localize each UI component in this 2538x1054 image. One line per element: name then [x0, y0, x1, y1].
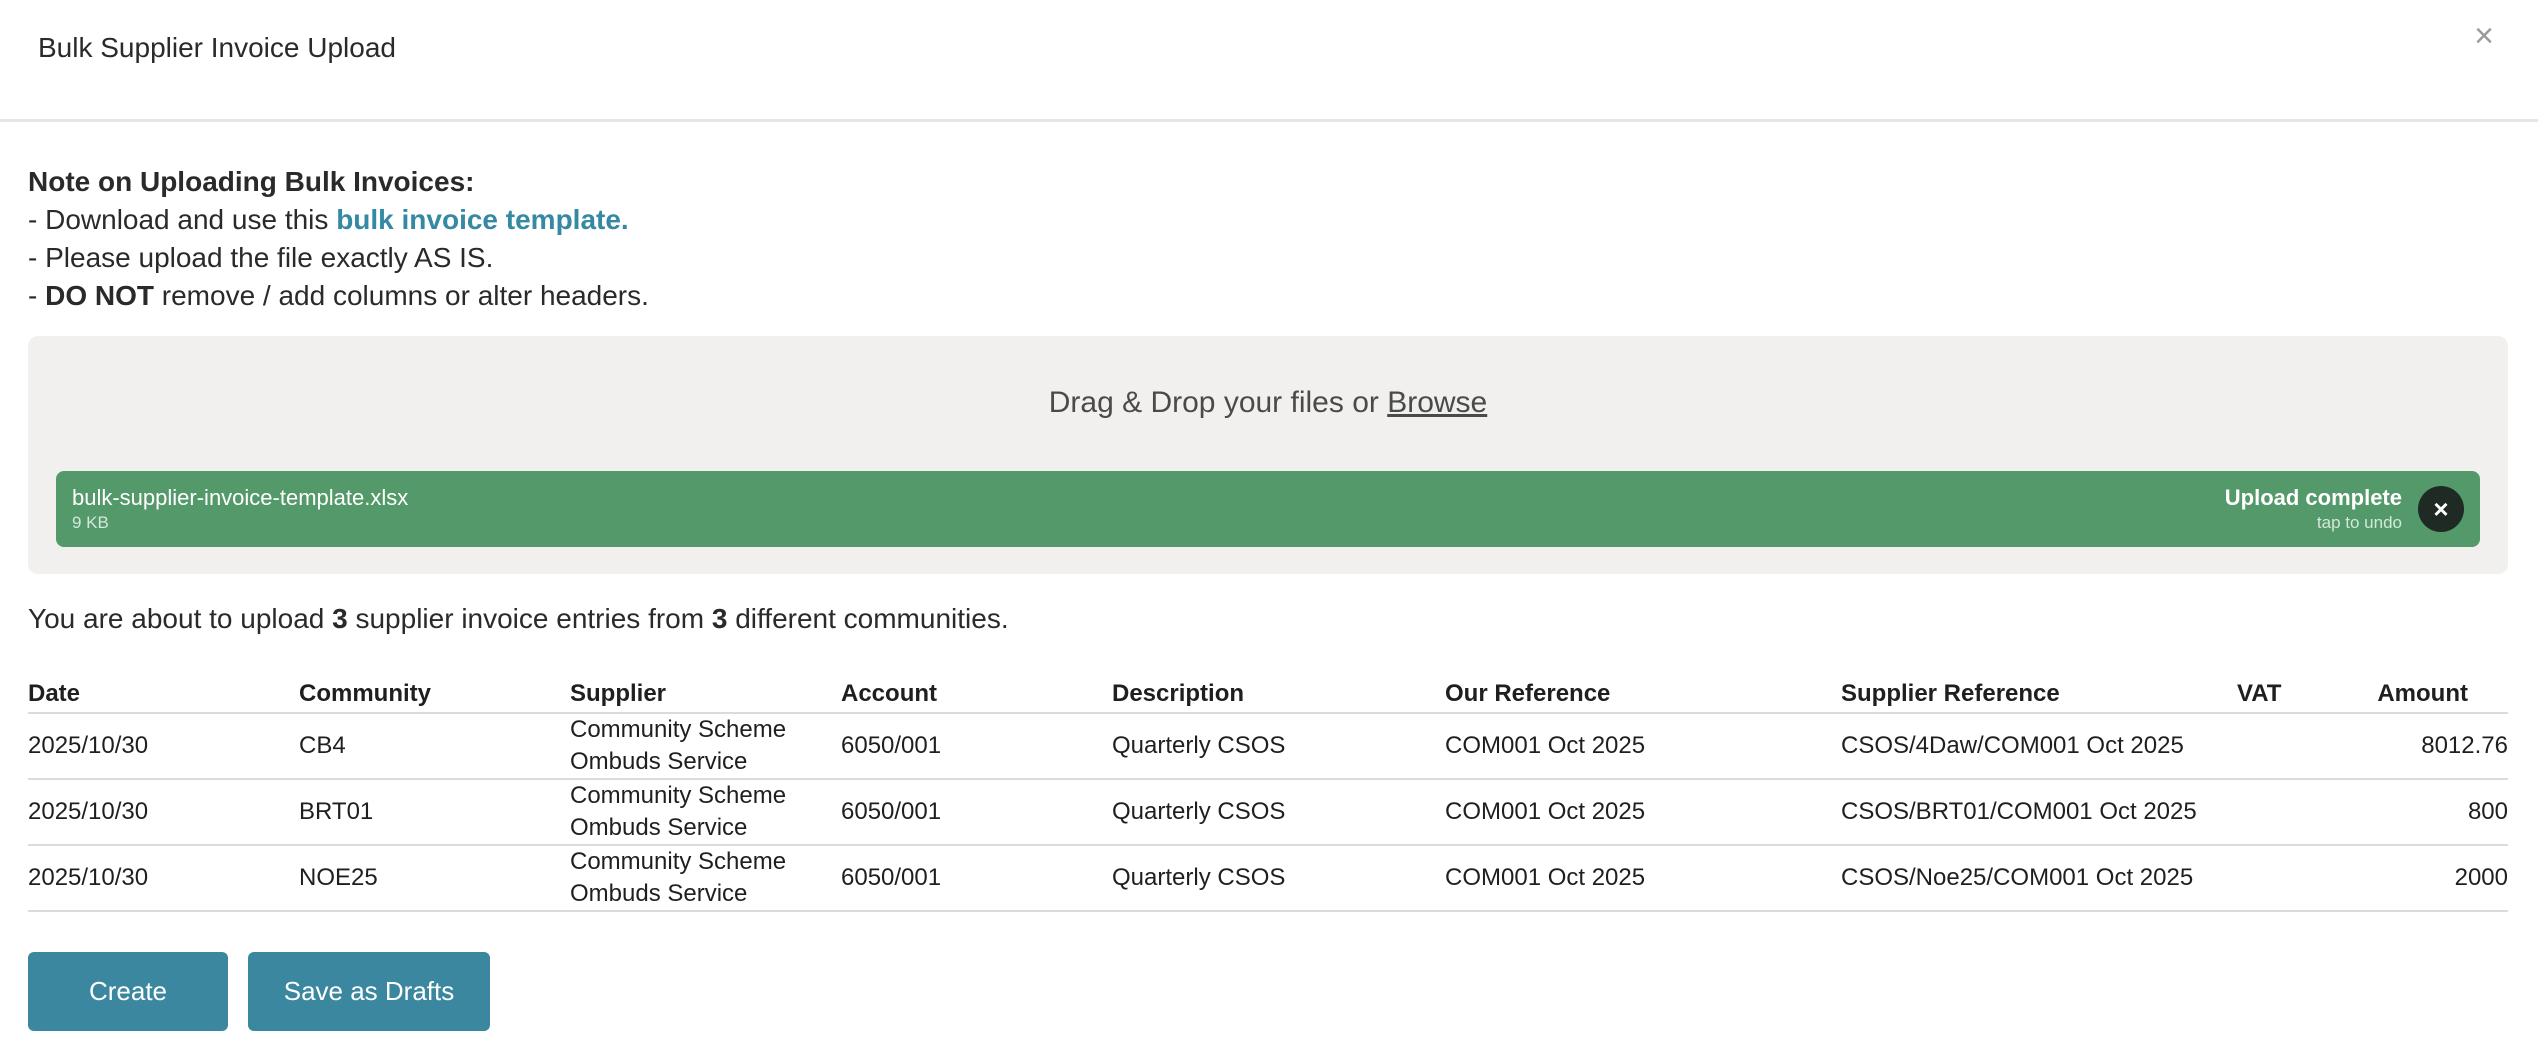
header-vat: VAT	[2237, 675, 2347, 714]
cell-amount: 8012.76	[2347, 713, 2508, 780]
cell-account: 6050/001	[841, 845, 1112, 912]
cell-description: Quarterly CSOS	[1112, 845, 1445, 912]
cell-supplier-reference: CSOS/BRT01/COM001 Oct 2025	[1841, 779, 2237, 846]
notes-line-template: - Download and use this bulk invoice tem…	[28, 201, 649, 239]
cell-vat	[2237, 713, 2347, 780]
notes-line3-bold: DO NOT	[45, 280, 154, 311]
header-community: Community	[299, 675, 570, 714]
cell-supplier: Community Scheme Ombuds Service	[570, 845, 841, 912]
upload-summary: You are about to upload 3 supplier invoi…	[28, 603, 1009, 635]
cell-date: 2025/10/30	[28, 845, 299, 912]
invoice-entries-table: Date Community Supplier Account Descript…	[28, 675, 2508, 912]
header-supplier-reference: Supplier Reference	[1841, 675, 2237, 714]
supplier-line2: Ombuds Service	[570, 748, 748, 775]
notes-line1-text: - Download and use this	[28, 204, 337, 235]
supplier-line2: Ombuds Service	[570, 814, 748, 841]
template-download-link[interactable]: bulk invoice template.	[336, 204, 629, 235]
summary-suffix: different communities.	[727, 603, 1009, 634]
notes-line-columns: - DO NOT remove / add columns or alter h…	[28, 277, 649, 315]
undo-hint: tap to undo	[2316, 513, 2402, 532]
cell-vat	[2237, 845, 2347, 912]
dropzone-prompt: Drag & Drop your files or Browse	[28, 386, 2508, 420]
table-row: 2025/10/30 CB4 Community Scheme Ombuds Se…	[28, 713, 2508, 780]
cell-our-reference: COM001 Oct 2025	[1445, 845, 1841, 912]
cell-date: 2025/10/30	[28, 779, 299, 846]
cell-supplier-reference: CSOS/4Daw/COM001 Oct 2025	[1841, 713, 2237, 780]
file-size: 9 KB	[72, 513, 109, 532]
create-button[interactable]: Create	[28, 952, 228, 1031]
uploaded-file-item: bulk-supplier-invoice-template.xlsx 9 KB…	[56, 471, 2480, 547]
communities-count: 3	[711, 603, 728, 634]
supplier-line1: Community Scheme	[570, 782, 787, 809]
cell-community: NOE25	[299, 845, 570, 912]
cell-amount: 800	[2347, 779, 2508, 846]
header-description: Description	[1112, 675, 1445, 714]
cell-vat	[2237, 779, 2347, 846]
header-our-reference: Our Reference	[1445, 675, 1841, 714]
cell-amount: 2000	[2347, 845, 2508, 912]
table-row: 2025/10/30 BRT01 Community Scheme Ombuds …	[28, 779, 2508, 846]
cell-supplier: Community Scheme Ombuds Service	[570, 779, 841, 846]
save-as-drafts-button[interactable]: Save as Drafts	[248, 952, 490, 1031]
browse-link[interactable]: Browse	[1387, 386, 1487, 419]
cell-community: BRT01	[299, 779, 570, 846]
cell-our-reference: COM001 Oct 2025	[1445, 713, 1841, 780]
summary-prefix: You are about to upload	[28, 603, 333, 634]
cell-account: 6050/001	[841, 779, 1112, 846]
header-account: Account	[841, 675, 1112, 714]
cell-supplier: Community Scheme Ombuds Service	[570, 713, 841, 780]
supplier-line1: Community Scheme	[570, 716, 787, 743]
upload-notes: Note on Uploading Bulk Invoices: - Downl…	[28, 163, 649, 315]
cell-our-reference: COM001 Oct 2025	[1445, 779, 1841, 846]
table-header-row: Date Community Supplier Account Descript…	[28, 675, 2508, 714]
cell-date: 2025/10/30	[28, 713, 299, 780]
modal-title: Bulk Supplier Invoice Upload	[38, 32, 396, 63]
supplier-line1: Community Scheme	[570, 848, 787, 875]
header-supplier: Supplier	[570, 675, 841, 714]
supplier-line2: Ombuds Service	[570, 880, 748, 907]
entries-count: 3	[332, 603, 348, 634]
header-amount: Amount	[2347, 675, 2508, 714]
cell-community: CB4	[299, 713, 570, 780]
notes-line-as-is: - Please upload the file exactly AS IS.	[28, 242, 494, 273]
file-dropzone[interactable]: Drag & Drop your files or Browse bulk-su…	[28, 336, 2508, 574]
cell-description: Quarterly CSOS	[1112, 779, 1445, 846]
cell-description: Quarterly CSOS	[1112, 713, 1445, 780]
table-row: 2025/10/30 NOE25 Community Scheme Ombuds …	[28, 845, 2508, 912]
notes-line3-prefix: -	[28, 280, 46, 311]
file-name: bulk-supplier-invoice-template.xlsx	[72, 485, 409, 510]
notes-line3-suffix: remove / add columns or alter headers.	[154, 280, 649, 311]
remove-file-icon[interactable]: ×	[2418, 486, 2464, 532]
notes-heading: Note on Uploading Bulk Invoices:	[28, 166, 475, 197]
upload-status: Upload complete	[2224, 485, 2402, 510]
summary-middle: supplier invoice entries from	[347, 603, 712, 634]
cell-account: 6050/001	[841, 713, 1112, 780]
header-date: Date	[28, 675, 299, 714]
bulk-upload-modal: Bulk Supplier Invoice Upload × Note on U…	[0, 0, 2538, 1054]
modal-header: Bulk Supplier Invoice Upload ×	[0, 0, 2538, 122]
close-icon[interactable]: ×	[2466, 14, 2502, 58]
cell-supplier-reference: CSOS/Noe25/COM001 Oct 2025	[1841, 845, 2237, 912]
dropzone-prompt-text: Drag & Drop your files or	[1048, 386, 1388, 419]
